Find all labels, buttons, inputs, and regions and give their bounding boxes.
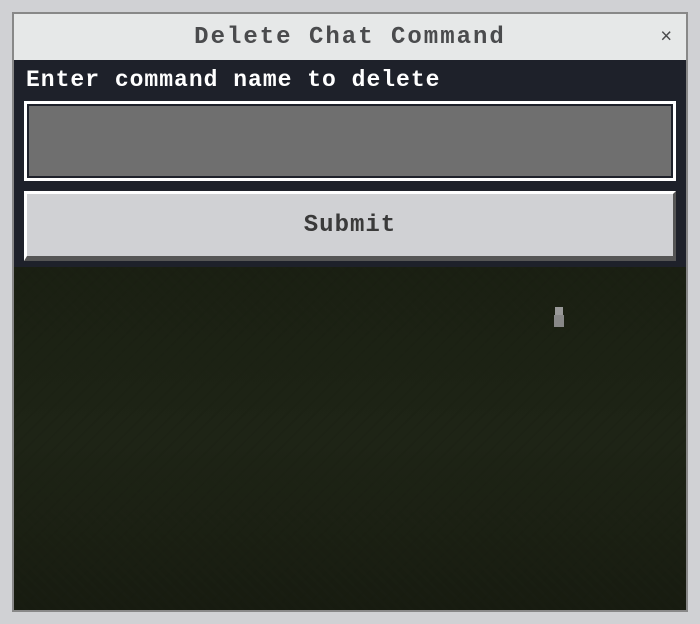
window-title: Delete Chat Command xyxy=(194,24,506,51)
close-icon[interactable]: × xyxy=(660,26,672,49)
submit-button[interactable]: Submit xyxy=(24,191,676,261)
titlebar: Delete Chat Command × xyxy=(14,14,686,60)
terrain-texture xyxy=(14,267,686,610)
command-name-input[interactable] xyxy=(29,106,671,176)
dialog-window: Delete Chat Command × Enter command name… xyxy=(12,12,688,612)
input-label: Enter command name to delete xyxy=(24,63,676,101)
game-background xyxy=(14,267,686,610)
form-panel: Enter command name to delete Submit xyxy=(14,60,686,267)
entity-sprite xyxy=(552,307,566,331)
input-wrapper xyxy=(24,101,676,181)
